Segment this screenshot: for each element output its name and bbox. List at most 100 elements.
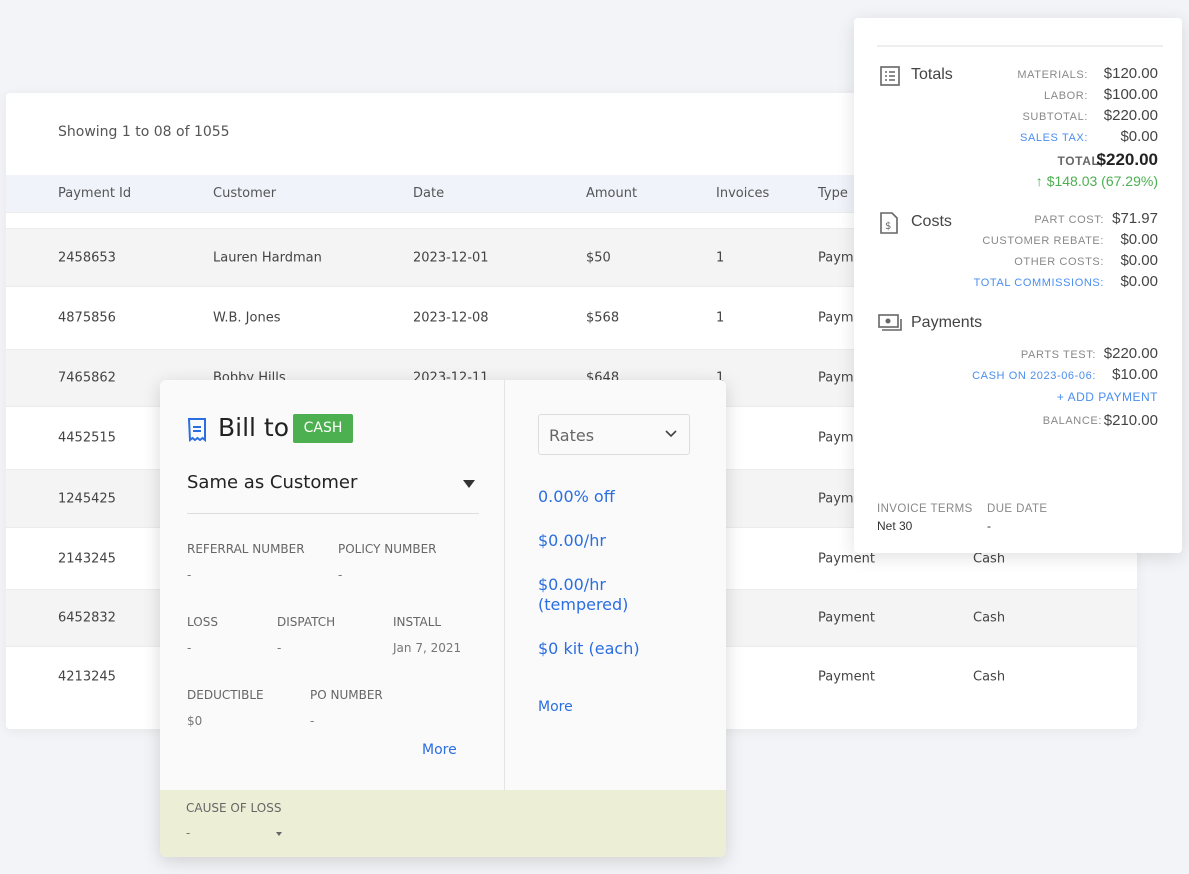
totals-title: Totals [911,66,953,83]
column-header[interactable]: Invoices [716,186,769,201]
costs-title: Costs [911,213,952,230]
field-label: PO NUMBER [310,688,383,702]
field-label: DISPATCH [277,615,336,629]
rates-more-link[interactable]: More [538,699,573,715]
cell-date: 2023-12-01 [413,250,489,265]
cell-type: Payment [818,669,875,684]
summary-value: $0.00 [1120,231,1158,248]
cash-badge: CASH [293,414,353,443]
field-label: POLICY NUMBER [338,542,437,556]
cell-invoices: 1 [716,310,725,326]
due-date-label: DUE DATE [987,503,1048,515]
cell-type: Payment [818,610,875,626]
field-label: INSTALL [393,615,442,629]
summary-label[interactable]: TOTAL COMMISSIONS: [974,277,1104,289]
cell-type: Payment [818,551,875,566]
summary-value: $0.00 [1120,273,1158,290]
summary-label[interactable]: SALES TAX: [1020,132,1088,144]
cause-of-loss-value: - [186,826,191,840]
field-value: - [277,641,282,655]
cell-amount: $50 [586,250,611,265]
cell-id: 4875856 [58,310,116,326]
invoice-summary-panel: Totals MATERIALS: $120.00 LABOR: $100.00 SUB… [854,18,1182,553]
field-label: DEDUCTIBLE [187,688,264,702]
bill-more-link[interactable]: More [422,742,457,758]
list-icon [880,66,900,86]
rates-select[interactable]: Rates [538,414,690,455]
cell-id: 6452832 [58,610,116,626]
total-value: $220.00 [1096,150,1158,169]
cell-method: Cash [973,610,1006,626]
invoice-terms-label: INVOICE TERMS [877,503,973,515]
column-header[interactable]: Amount [586,186,637,201]
bill-to-select-value: Same as Customer [187,472,358,493]
balance-label: BALANCE: [1042,415,1102,427]
cell-invoices: 1 [716,250,725,265]
cell-id: 2458653 [58,250,116,265]
chevron-down-icon [665,430,677,438]
cause-of-loss-select[interactable]: - [186,826,282,844]
summary-label[interactable]: CASH ON 2023-06-06: [972,370,1096,382]
summary-label: MATERIALS: [1017,69,1088,81]
cell-date: 2023-12-08 [413,310,489,326]
cell-id: 4452515 [58,430,116,446]
field-label: LOSS [187,615,218,629]
rates-select-value: Rates [549,426,595,445]
rate-link[interactable]: $0 kit (each) [538,639,648,659]
field-value: $0 [187,714,203,728]
balance-value: $210.00 [1103,412,1158,429]
money-icon [878,314,902,331]
cause-of-loss-label: CAUSE OF LOSS [186,801,282,815]
due-date-value: - [987,519,991,533]
summary-value: $0.00 [1120,252,1158,269]
rate-link[interactable]: $0.00/hr (tempered) [538,575,648,615]
dollar-document-icon: $ [880,212,898,234]
field-value: Jan 7, 2021 [393,641,462,655]
cell-method: Cash [973,551,1006,566]
field-value: - [187,568,192,582]
showing-count: Showing 1 to 08 of 1055 [58,124,230,140]
bill-to-title: Bill to [218,413,290,442]
cell-amount: $568 [586,310,620,326]
field-value: - [187,641,192,655]
field-value: - [338,568,343,582]
field-value: - [310,714,315,728]
add-payment-button[interactable]: + ADD PAYMENT [1057,390,1158,404]
cell-id: 4213245 [58,669,116,684]
column-header[interactable]: Payment Id [58,186,131,201]
svg-text:$: $ [885,221,891,232]
summary-label: OTHER COSTS: [1014,256,1104,268]
summary-label: PARTS TEST: [1020,349,1096,361]
summary-label: SUBTOTAL: [1022,111,1088,123]
divider [504,380,505,790]
cause-of-loss-section: CAUSE OF LOSS - [160,790,726,857]
profit-value: $148.03 (67.29%) [1046,173,1158,189]
cell-id: 7465862 [58,370,116,386]
field-label: REFERRAL NUMBER [187,542,305,556]
column-header[interactable]: Date [413,186,444,201]
summary-value: $100.00 [1103,86,1158,103]
profit-indicator: ↑ $148.03 (67.29%) [1035,173,1158,189]
cell-customer: W.B. Jones [213,310,281,326]
payments-title: Payments [911,314,983,331]
bill-to-panel: Bill to CASH Same as Customer REFERRAL N… [160,380,726,857]
divider [877,45,1163,47]
caret-down-icon [276,832,282,836]
summary-value: $0.00 [1120,128,1158,145]
summary-value: $71.97 [1112,210,1158,227]
cell-id: 1245425 [58,491,116,506]
summary-value: $220.00 [1103,345,1158,362]
column-header[interactable]: Customer [213,186,276,201]
add-payment-label: ADD PAYMENT [1067,390,1158,404]
summary-value: $120.00 [1103,65,1158,82]
column-header[interactable]: Type [818,186,848,201]
rate-link[interactable]: 0.00% off [538,487,648,507]
summary-label: PART COST: [1034,214,1104,226]
caret-down-icon [463,480,475,488]
bill-to-select[interactable]: Same as Customer [187,472,479,514]
cell-id: 2143245 [58,551,116,566]
summary-label: LABOR: [1044,90,1088,102]
rate-link[interactable]: $0.00/hr [538,531,648,551]
receipt-icon [187,418,206,443]
cell-method: Cash [973,669,1006,684]
